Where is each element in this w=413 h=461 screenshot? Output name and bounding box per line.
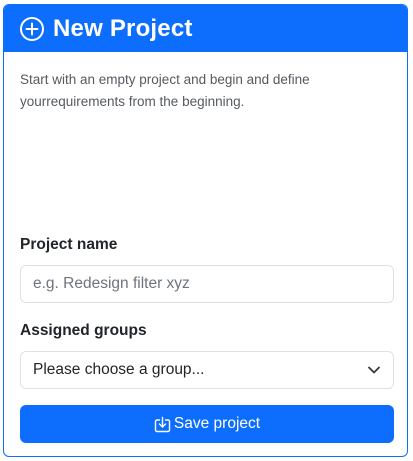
assigned-groups-label: Assigned groups <box>20 322 147 339</box>
description-text: Start with an empty project and begin an… <box>20 72 310 109</box>
page-title: New Project <box>53 14 193 42</box>
save-button-label: Save project <box>173 415 261 432</box>
card-header: New Project <box>4 5 407 52</box>
card-body: Start with an empty project and begin an… <box>4 69 407 113</box>
assigned-groups-select[interactable]: Please choose a group... <box>20 351 394 389</box>
download-box-icon <box>154 416 171 433</box>
plus-circle-icon <box>19 16 45 42</box>
save-project-button[interactable]: Save project <box>20 405 394 443</box>
project-name-label: Project name <box>20 236 118 253</box>
project-name-input[interactable] <box>20 265 394 303</box>
select-value: Please choose a group... <box>33 361 205 378</box>
new-project-card: New Project Start with an empty project … <box>3 4 408 457</box>
chevron-down-icon <box>367 363 381 377</box>
